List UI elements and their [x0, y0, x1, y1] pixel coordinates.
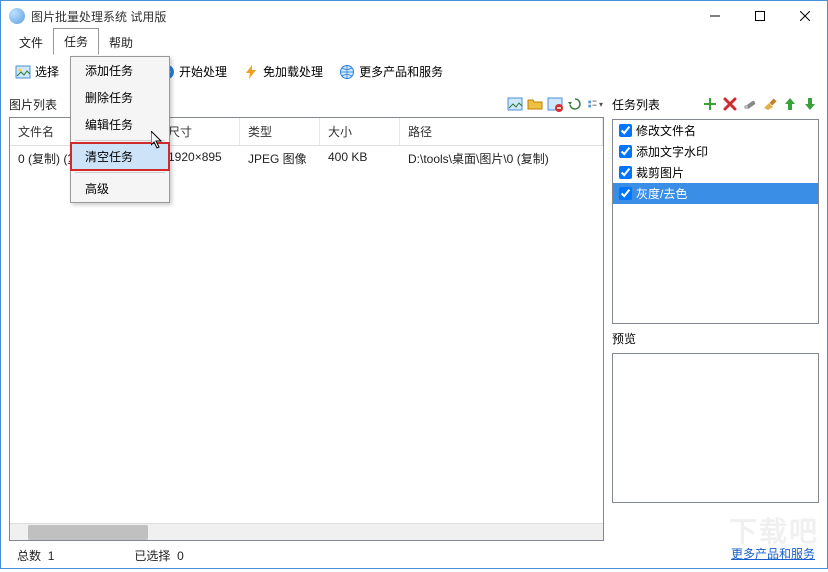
- dropdown-separator: [75, 140, 165, 141]
- scroll-thumb[interactable]: [28, 525, 148, 540]
- task-list: 修改文件名 添加文字水印 裁剪图片 灰度/去色: [612, 119, 819, 324]
- status-line: 总数 1 已选择 0: [9, 541, 604, 572]
- task-checkbox[interactable]: [619, 166, 632, 179]
- task-clear-icon[interactable]: [761, 95, 779, 113]
- lightning-icon: [243, 64, 259, 80]
- window-title: 图片批量处理系统 试用版: [31, 8, 692, 25]
- close-button[interactable]: [782, 1, 827, 31]
- no-load-process-button[interactable]: 免加载处理: [237, 60, 329, 83]
- image-icon: [15, 64, 31, 80]
- dropdown-edit-task[interactable]: 编辑任务: [71, 111, 169, 138]
- task-item[interactable]: 灰度/去色: [613, 183, 818, 204]
- task-settings-icon[interactable]: [741, 95, 759, 113]
- horizontal-scrollbar[interactable]: [10, 523, 603, 540]
- image-list-toolbar: ▾: [506, 95, 604, 113]
- preview-box: [612, 353, 819, 503]
- task-up-icon[interactable]: [781, 95, 799, 113]
- dropdown-separator: [75, 172, 165, 173]
- thumbnails-icon[interactable]: [506, 95, 524, 113]
- task-label: 添加文字水印: [636, 143, 708, 160]
- view-menu-icon[interactable]: ▾: [586, 95, 604, 113]
- image-list-title: 图片列表: [9, 96, 57, 113]
- cell-size: 400 KB: [320, 146, 400, 171]
- task-delete-icon[interactable]: [721, 95, 739, 113]
- cell-path: D:\tools\桌面\图片\0 (复制): [400, 146, 603, 171]
- more-products-button[interactable]: 更多产品和服务: [333, 60, 449, 83]
- cell-dims: 1920×895: [160, 146, 240, 171]
- menu-help[interactable]: 帮助: [99, 30, 143, 55]
- more-products-label: 更多产品和服务: [359, 63, 443, 80]
- task-panel-header: 任务列表: [612, 95, 819, 113]
- titlebar: 图片批量处理系统 试用版: [1, 1, 827, 31]
- task-panel-toolbar: [701, 95, 819, 113]
- dropdown-advanced[interactable]: 高级: [71, 175, 169, 202]
- dropdown-add-task[interactable]: 添加任务: [71, 57, 169, 84]
- task-add-icon[interactable]: [701, 95, 719, 113]
- folder-icon[interactable]: [526, 95, 544, 113]
- task-label: 裁剪图片: [636, 164, 684, 181]
- dropdown-delete-task[interactable]: 删除任务: [71, 84, 169, 111]
- task-item[interactable]: 添加文字水印: [613, 141, 818, 162]
- task-down-icon[interactable]: [801, 95, 819, 113]
- col-type[interactable]: 类型: [240, 118, 320, 145]
- task-panel-title: 任务列表: [612, 96, 660, 113]
- task-label: 灰度/去色: [636, 185, 687, 202]
- menu-file[interactable]: 文件: [9, 30, 53, 55]
- globe-icon: [339, 64, 355, 80]
- task-label: 修改文件名: [636, 122, 696, 139]
- col-path[interactable]: 路径: [400, 118, 603, 145]
- status-total: 总数 1: [17, 547, 54, 564]
- select-label: 选择: [35, 63, 59, 80]
- task-checkbox[interactable]: [619, 187, 632, 200]
- minimize-button[interactable]: [692, 1, 737, 31]
- status-selected: 已选择 0: [134, 547, 183, 564]
- footer-link[interactable]: 更多产品和服务: [731, 545, 815, 562]
- task-checkbox[interactable]: [619, 124, 632, 137]
- rotate-icon[interactable]: [566, 95, 584, 113]
- window-controls: [692, 1, 827, 31]
- col-size[interactable]: 大小: [320, 118, 400, 145]
- start-process-label: 开始处理: [179, 63, 227, 80]
- col-dimensions[interactable]: 尺寸: [160, 118, 240, 145]
- menubar: 文件 任务 帮助: [1, 31, 827, 55]
- no-load-process-label: 免加载处理: [263, 63, 323, 80]
- task-item[interactable]: 裁剪图片: [613, 162, 818, 183]
- remove-icon[interactable]: [546, 95, 564, 113]
- preview-title: 预览: [612, 330, 819, 347]
- dropdown-clear-tasks[interactable]: 清空任务: [71, 143, 169, 170]
- select-button[interactable]: 选择: [9, 60, 65, 83]
- menu-task[interactable]: 任务: [53, 28, 99, 55]
- maximize-button[interactable]: [737, 1, 782, 31]
- app-icon: [9, 8, 25, 24]
- cell-type: JPEG 图像: [240, 146, 320, 171]
- task-checkbox[interactable]: [619, 145, 632, 158]
- right-pane: 任务列表 修改文件名 添加文字水印 裁剪图片: [612, 87, 827, 572]
- task-item[interactable]: 修改文件名: [613, 120, 818, 141]
- task-dropdown: 添加任务 删除任务 编辑任务 清空任务 高级: [70, 56, 170, 203]
